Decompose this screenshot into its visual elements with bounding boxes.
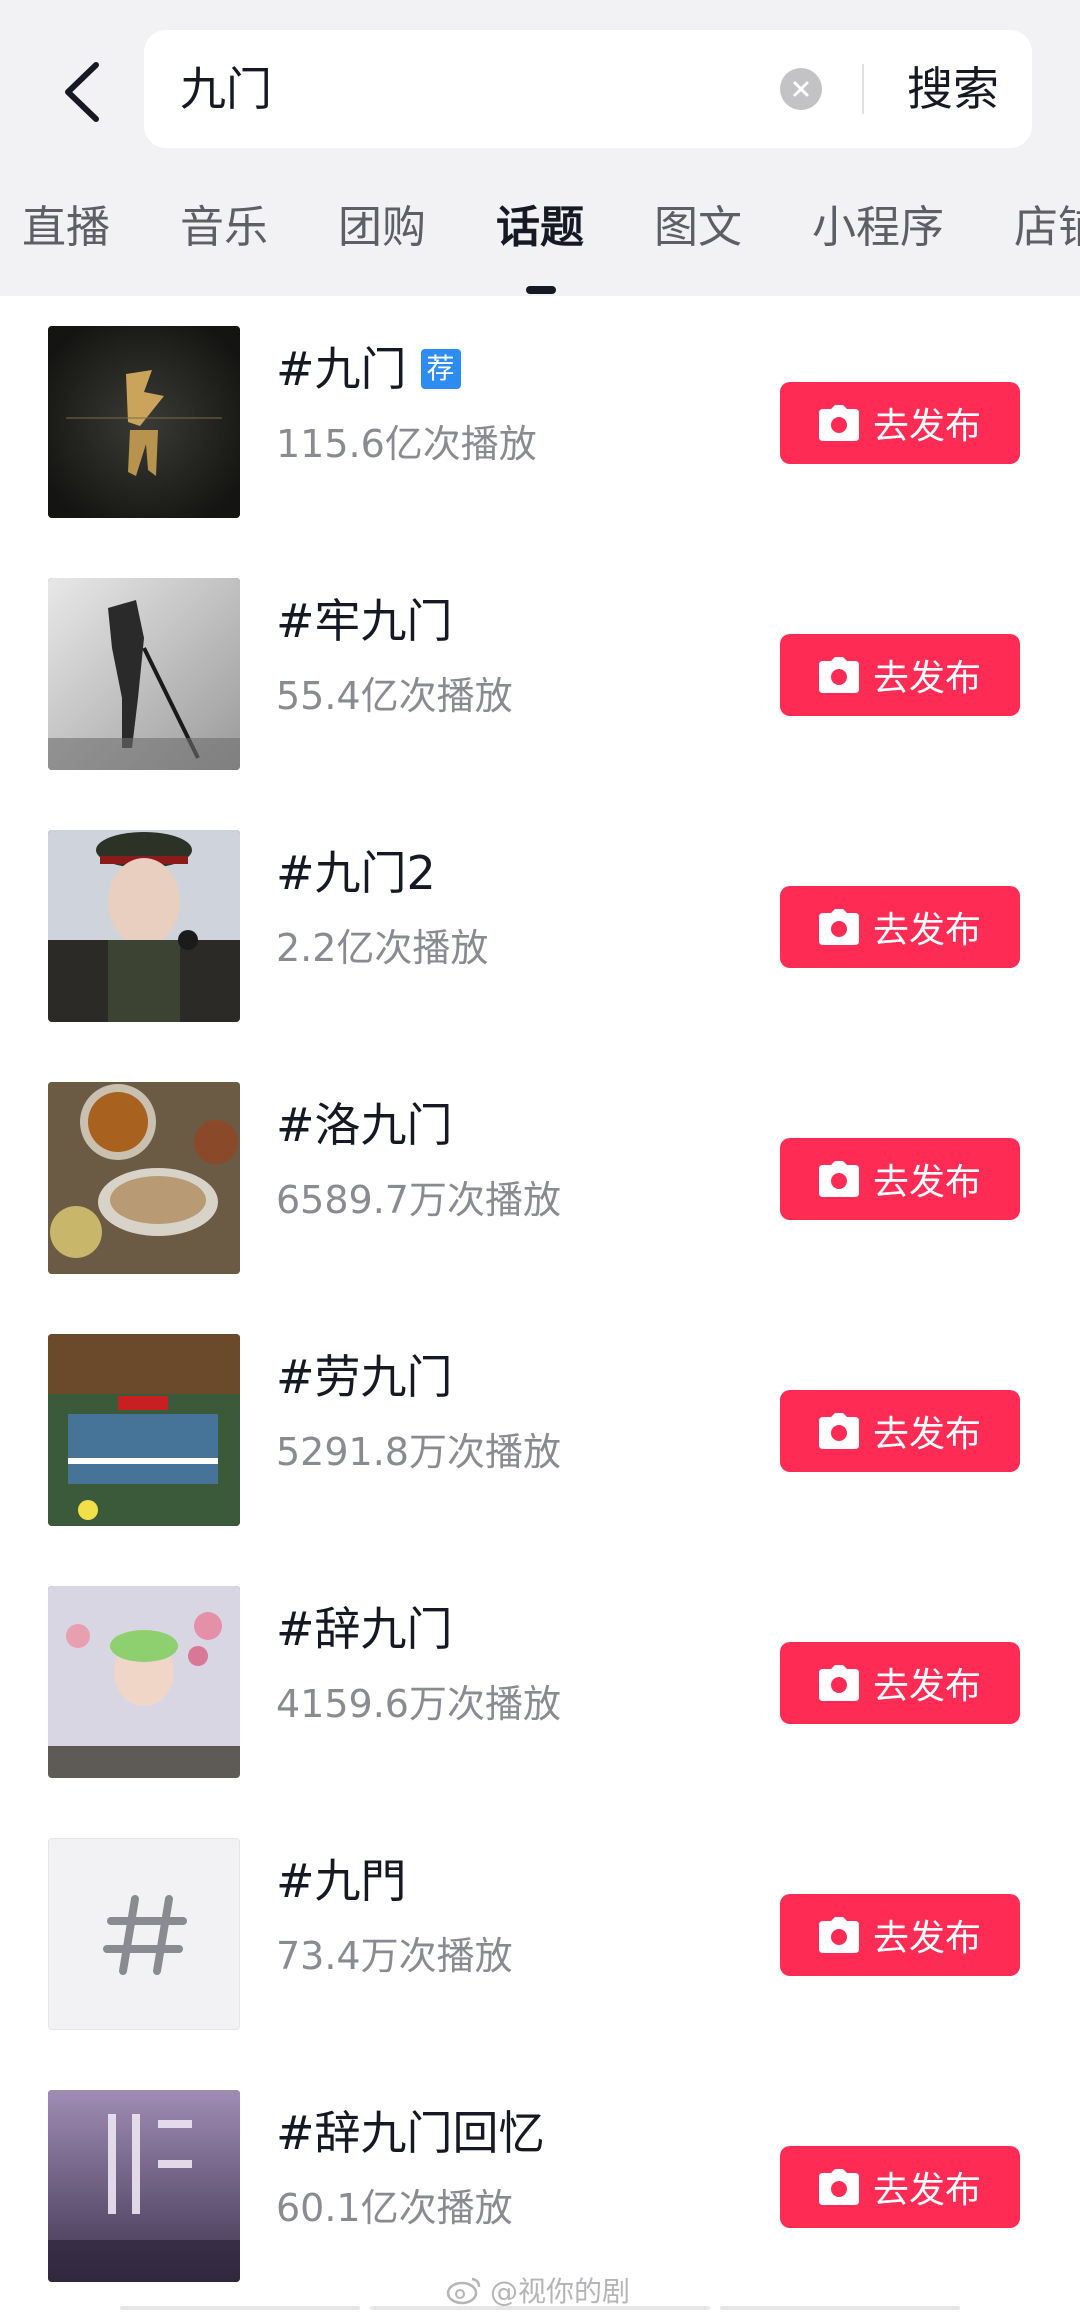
topic-play-count: 60.1亿次播放 (276, 2186, 513, 2230)
search-header: 九门 搜索 直播 音乐 团购 话题 图文 小程序 店铺 (0, 0, 1080, 296)
topic-thumbnail (48, 1838, 240, 2030)
clear-button[interactable] (780, 68, 822, 110)
topic-thumbnail (48, 830, 240, 1022)
search-divider (862, 64, 864, 114)
topic-title-text: #九门2 (276, 846, 436, 900)
search-input[interactable]: 九门 (180, 30, 272, 148)
publish-button-label: 去发布 (872, 1414, 981, 1455)
tab-shop[interactable]: 店铺 (1014, 198, 1080, 258)
active-tab-indicator (526, 286, 556, 294)
tab-topics[interactable]: 话题 (496, 198, 584, 258)
hashtag-icon (103, 1895, 187, 1975)
bottom-bar-segment (720, 2306, 960, 2310)
topic-play-count: 4159.6万次播放 (276, 1682, 561, 1726)
topic-thumbnail (48, 326, 240, 518)
publish-button[interactable]: 去发布 (780, 634, 1020, 716)
camera-icon (818, 1665, 859, 1701)
publish-button-label: 去发布 (872, 406, 981, 447)
topic-thumbnail (48, 578, 240, 770)
topic-title-text: #洛九门 (276, 1098, 453, 1152)
topic-row[interactable]: #辞九门 4159.6万次播放 去发布 (0, 1556, 1080, 1808)
camera-icon (818, 1161, 859, 1197)
camera-icon (818, 909, 859, 945)
clear-icon (793, 81, 809, 97)
topic-play-count: 6589.7万次播放 (276, 1178, 561, 1222)
topic-title: #九門 (276, 1848, 407, 1914)
chevron-left-icon (65, 62, 99, 122)
topic-title-text: #九门 (276, 342, 407, 396)
topic-thumbnail (48, 1334, 240, 1526)
publish-button[interactable]: 去发布 (780, 382, 1020, 464)
topic-thumbnail (48, 1586, 240, 1778)
topic-title-text: #劳九门 (276, 1350, 453, 1404)
camera-icon (818, 657, 859, 693)
bottom-bar (120, 2306, 960, 2318)
topic-play-count: 55.4亿次播放 (276, 674, 513, 718)
topic-play-count: 5291.8万次播放 (276, 1430, 561, 1474)
topic-title-text: #九門 (276, 1854, 407, 1908)
publish-button[interactable]: 去发布 (780, 886, 1020, 968)
publish-button-label: 去发布 (872, 1918, 981, 1959)
topic-row[interactable]: #九门 荐 115.6亿次播放 去发布 (0, 296, 1080, 548)
bottom-bar-segment (120, 2306, 360, 2310)
tab-group-buy[interactable]: 团购 (338, 198, 426, 258)
topic-title-text: #辞九门回忆 (276, 2106, 545, 2160)
topic-row[interactable]: #洛九门 6589.7万次播放 去发布 (0, 1052, 1080, 1304)
publish-button[interactable]: 去发布 (780, 1390, 1020, 1472)
topic-title: #劳九门 (276, 1344, 453, 1410)
publish-button-label: 去发布 (872, 1162, 981, 1203)
topic-row[interactable]: #九門 73.4万次播放 去发布 (0, 1808, 1080, 2060)
topic-title: #牢九门 (276, 588, 453, 654)
topic-thumbnail (48, 2090, 240, 2282)
topic-title: #九门2 (276, 840, 436, 906)
tab-image-text[interactable]: 图文 (654, 198, 742, 258)
topic-row[interactable]: #牢九门 55.4亿次播放 去发布 (0, 548, 1080, 800)
topic-title: #辞九门 (276, 1596, 453, 1662)
bottom-bar-segment (370, 2306, 710, 2310)
topic-title: #辞九门回忆 (276, 2100, 545, 2166)
publish-button-label: 去发布 (872, 2170, 981, 2211)
publish-button-label: 去发布 (872, 910, 981, 951)
publish-button-label: 去发布 (872, 658, 981, 699)
recommend-badge: 荐 (420, 349, 461, 389)
search-box[interactable]: 九门 搜索 (144, 30, 1032, 148)
watermark-text: @视你的剧 (490, 2275, 631, 2308)
category-tabs: 直播 音乐 团购 话题 图文 小程序 店铺 (0, 178, 1080, 296)
topic-row[interactable]: #九门2 2.2亿次播放 去发布 (0, 800, 1080, 1052)
topic-title: #洛九门 (276, 1092, 453, 1158)
tab-mini-program[interactable]: 小程序 (812, 198, 944, 258)
topic-row[interactable]: #劳九门 5291.8万次播放 去发布 (0, 1304, 1080, 1556)
camera-icon (818, 405, 859, 441)
publish-button[interactable]: 去发布 (780, 2146, 1020, 2228)
tab-music[interactable]: 音乐 (180, 198, 268, 258)
weibo-icon (446, 2277, 481, 2305)
back-button[interactable] (52, 56, 112, 128)
publish-button[interactable]: 去发布 (780, 1894, 1020, 1976)
topic-play-count: 115.6亿次播放 (276, 422, 537, 466)
topic-title-text: #辞九门 (276, 1602, 453, 1656)
search-button[interactable]: 搜索 (898, 30, 1008, 148)
camera-icon (818, 1917, 859, 1953)
publish-button[interactable]: 去发布 (780, 1138, 1020, 1220)
camera-icon (818, 2169, 859, 2205)
topic-play-count: 73.4万次播放 (276, 1934, 513, 1978)
camera-icon (818, 1413, 859, 1449)
watermark: @视你的剧 (446, 2270, 630, 2310)
topic-thumbnail (48, 1082, 240, 1274)
publish-button-label: 去发布 (872, 1666, 981, 1707)
topic-title: #九门 荐 (276, 336, 461, 402)
publish-button[interactable]: 去发布 (780, 1642, 1020, 1724)
topic-title-text: #牢九门 (276, 594, 453, 648)
topic-play-count: 2.2亿次播放 (276, 926, 489, 970)
tab-live[interactable]: 直播 (22, 198, 110, 258)
